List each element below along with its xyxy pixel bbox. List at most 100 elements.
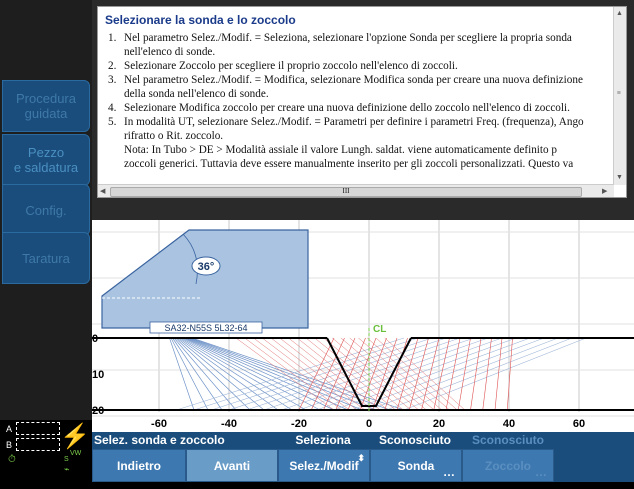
scroll-right-icon[interactable]: ▶ xyxy=(602,187,607,195)
signal-icon: ⌁ xyxy=(64,464,70,474)
x-tick-label: 60 xyxy=(573,418,585,430)
param-label-selez-modif: Seleziona xyxy=(295,433,351,447)
status-area: A B ⏱ ⚡ VW S ⌁ xyxy=(0,420,92,482)
probe-wedge xyxy=(101,229,309,329)
left-sidebar: Procedura guidata Pezzo e saldatura Conf… xyxy=(0,0,92,482)
beam-line-blue xyxy=(170,337,209,411)
help-note-line: zoccoli generici. Tuttavia deve essere m… xyxy=(124,158,574,170)
s-label: S xyxy=(64,456,69,463)
help-list-item: 1. Nel parametro Selez./Modif. = Selezion… xyxy=(98,31,618,45)
help-item-number: 2. xyxy=(108,60,117,72)
help-item-text: della sonda nell'elenco di sonde. xyxy=(124,88,269,100)
x-tick-label: 0 xyxy=(366,418,372,430)
x-tick-label: 40 xyxy=(503,418,515,430)
probe-label: SA32-N55S 5L32-64 xyxy=(164,323,247,333)
b-box xyxy=(16,438,60,451)
help-item-text: nell'elenco di sonde. xyxy=(124,46,216,58)
beam-reflect-blue xyxy=(211,337,433,411)
scroll-grip-icon: ≡ xyxy=(617,89,621,97)
empty-slot xyxy=(554,449,634,482)
lightning-icon: ⚡ xyxy=(60,423,90,450)
help-panel: Selezionare la sonda e lo zoccolo 1. Nel … xyxy=(92,0,634,220)
help-item-text: Nel parametro Selez./Modif. = Modifica, … xyxy=(124,74,583,86)
help-item-number: 1. xyxy=(108,32,117,44)
beam-line-blue xyxy=(175,337,251,411)
horizontal-scroll-thumb[interactable]: III xyxy=(110,187,582,197)
y-tick-label: 20 xyxy=(92,405,104,417)
x-tick-label: -60 xyxy=(151,418,167,430)
tab-pezzo-saldatura[interactable]: Pezzo e saldatura xyxy=(2,134,90,186)
tab-label: Config. xyxy=(25,202,67,218)
beam-plot-svg: 36° SA32-N55S 5L32-64 CL -60 -40 -20 0 20 40 60 0 1… xyxy=(92,220,634,430)
vw-label: VW xyxy=(70,450,82,457)
help-list-item: 4. Selezionare Modifica zoccolo per crear… xyxy=(98,101,618,115)
next-button[interactable]: Avanti xyxy=(186,449,278,482)
help-item-text: Selezionare Modifica zoccolo per creare … xyxy=(124,102,570,114)
zoccolo-label: Zoccolo xyxy=(484,459,531,473)
b-label: B xyxy=(6,440,13,450)
help-item-number: 3. xyxy=(108,74,117,86)
param-label-sonda: Sconosciuto xyxy=(378,433,451,447)
help-list-item: rifratto o Rit. zoccolo. xyxy=(98,129,618,143)
tab-taratura[interactable]: Taratura xyxy=(2,232,90,284)
help-item-text: Nel parametro Selez./Modif. = Seleziona,… xyxy=(124,32,572,44)
tab-config[interactable]: Config. xyxy=(2,184,90,236)
help-list-item: della sonda nell'elenco di sonde. xyxy=(98,87,618,101)
beam-reflect-blue xyxy=(368,337,559,411)
help-list-item: nell'elenco di sonde. xyxy=(98,45,618,59)
tab-procedura-guidata[interactable]: Procedura guidata xyxy=(2,80,90,132)
help-item-text: rifratto o Rit. zoccolo. xyxy=(124,130,224,142)
y-tick-label: 0 xyxy=(92,333,98,345)
scroll-up-icon[interactable]: ▲ xyxy=(616,9,623,17)
clock-icon: ⏱ xyxy=(8,454,16,465)
sonda-label: Sonda xyxy=(397,459,435,473)
y-tick-label: 10 xyxy=(92,369,104,381)
more-icon: … xyxy=(535,465,547,479)
help-item-number: 4. xyxy=(108,102,117,114)
tab-label: Procedura guidata xyxy=(16,91,76,121)
help-list-item: 2. Selezionare Zoccolo per scegliere il p… xyxy=(98,59,618,73)
more-icon: … xyxy=(443,465,455,479)
help-list-item: 3. Nel parametro Selez./Modif. = Modifica… xyxy=(98,73,618,87)
vertical-scrollbar[interactable]: ▲ ≡ ▼ xyxy=(613,7,626,185)
beam-line-blue xyxy=(191,337,405,411)
help-list: 1. Nel parametro Selez./Modif. = Selezion… xyxy=(98,31,618,171)
beam-line-red xyxy=(482,337,492,411)
beam-line-red xyxy=(359,337,387,411)
x-tick-label: 20 xyxy=(433,418,445,430)
tab-label: Taratura xyxy=(22,250,70,266)
group-label-selez-sonda: Selez. sonda e zoccolo xyxy=(94,433,225,447)
x-tick-label: -20 xyxy=(291,418,307,430)
beam-plot: 36° SA32-N55S 5L32-64 CL -60 -40 -20 0 20 40 60 0 1… xyxy=(92,220,634,432)
zoccolo-button[interactable]: Zoccolo … xyxy=(462,449,554,482)
selez-modif-button[interactable]: Selez./Modif ⬍ xyxy=(278,449,370,482)
beam-line-red xyxy=(253,337,350,411)
a-box xyxy=(16,422,60,435)
param-label-zoccolo: Sconosciuto xyxy=(471,433,544,447)
selez-modif-label: Selez./Modif xyxy=(289,459,359,473)
help-item-text: In modalità UT, selezionare Selez./Modif… xyxy=(124,116,584,128)
help-item-text: Selezionare Zoccolo per scegliere il pro… xyxy=(124,60,458,72)
help-title: Selezionare la sonda e lo zoccolo xyxy=(105,13,296,27)
bottom-toolbar: Selez. sonda e zoccolo Seleziona Sconosc… xyxy=(92,432,634,482)
beam-reflect-blue xyxy=(246,337,461,411)
help-list-item: 5. In modalità UT, selezionare Selez./Mod… xyxy=(98,115,618,129)
beam-line-red xyxy=(457,337,471,411)
beam-line-red xyxy=(408,337,429,411)
angle-label: 36° xyxy=(198,261,215,273)
beam-line-red xyxy=(506,337,513,411)
x-tick-label: -40 xyxy=(221,418,237,430)
scroll-left-icon[interactable]: ◀ xyxy=(100,187,105,195)
spin-arrows-icon: ⬍ xyxy=(357,453,365,463)
beam-line-blue xyxy=(188,337,377,411)
help-note-line: Nota: In Tubo > DE > Modalità assiale il… xyxy=(124,144,557,156)
scroll-grip-label: III xyxy=(342,187,350,195)
help-item-number: 5. xyxy=(108,116,117,128)
cl-label: CL xyxy=(373,324,386,335)
back-button[interactable]: Indietro xyxy=(92,449,186,482)
help-box: Selezionare la sonda e lo zoccolo 1. Nel … xyxy=(97,6,627,198)
horizontal-scrollbar[interactable]: ◀ III ▶ xyxy=(98,184,614,197)
sonda-button[interactable]: Sonda … xyxy=(370,449,462,482)
tab-label: Pezzo e saldatura xyxy=(13,145,79,175)
scroll-down-icon[interactable]: ▼ xyxy=(616,173,623,181)
